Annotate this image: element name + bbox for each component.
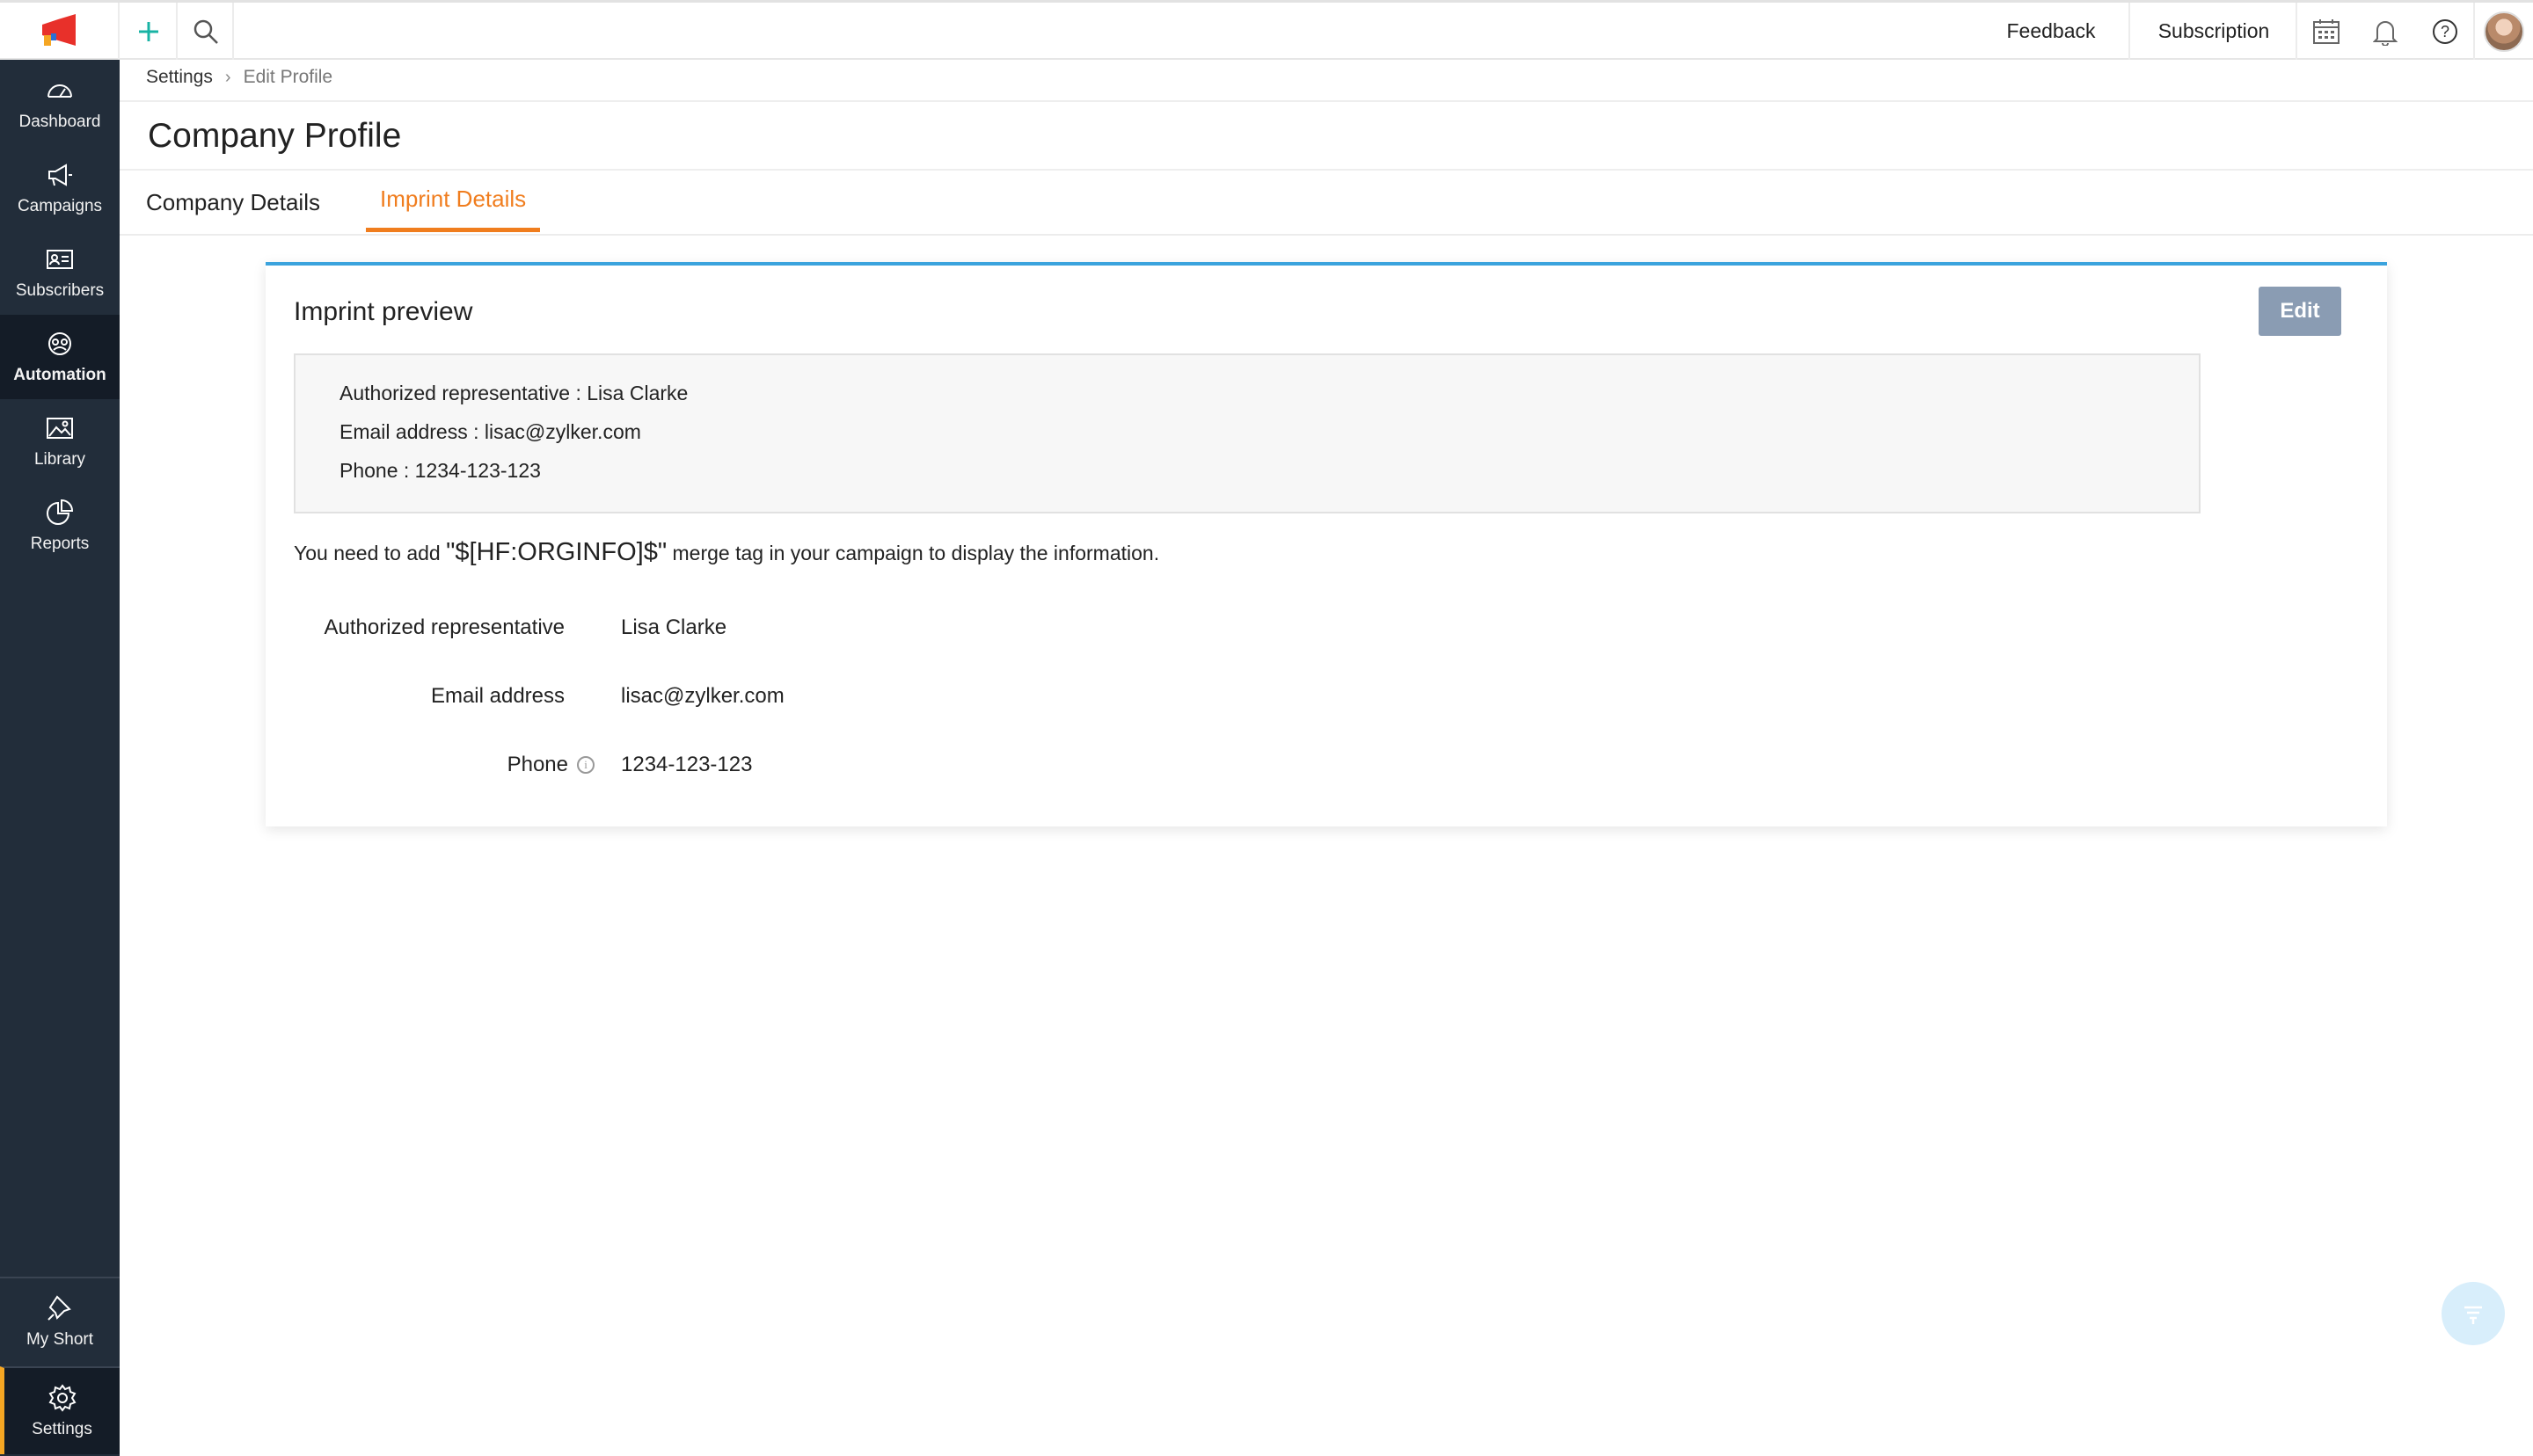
field-row-phone: Phone i 1234-123-123 (266, 753, 1321, 788)
subscription-link[interactable]: Subscription (2128, 3, 2297, 60)
user-avatar-button[interactable] (2473, 3, 2533, 60)
feedback-link[interactable]: Feedback (1974, 3, 2128, 60)
pie-chart-icon (47, 499, 74, 525)
field-row-email: Email address lisac@zylker.com (266, 684, 1321, 719)
field-label-text: Phone (507, 753, 568, 776)
breadcrumb-current: Edit Profile (243, 67, 333, 87)
sidebar-item-dashboard[interactable]: Dashboard (0, 62, 120, 146)
sidebar-item-label: Campaigns (17, 197, 103, 215)
imprint-card: Imprint preview Edit Authorized represen… (266, 262, 2387, 826)
app-logo[interactable] (0, 3, 120, 60)
breadcrumb-settings-link[interactable]: Settings (146, 67, 213, 88)
image-icon (47, 418, 73, 439)
top-bar: Feedback Subscription ? (0, 0, 2533, 60)
help-button[interactable]: ? (2415, 3, 2475, 60)
imprint-preview-box: Authorized representative : Lisa Clarke … (294, 353, 2201, 513)
user-avatar (2484, 11, 2524, 52)
tab-company-details[interactable]: Company Details (146, 171, 320, 234)
sidebar-item-label: My Short (26, 1330, 94, 1349)
tab-bar: Company Details Imprint Details (120, 171, 2533, 234)
card-title: Imprint preview (294, 297, 473, 326)
preview-line-phone: Phone : 1234-123-123 (339, 459, 541, 482)
dashboard-icon (47, 84, 72, 98)
sidebar-item-reports[interactable]: Reports (0, 484, 120, 568)
field-label: Email address (430, 684, 565, 708)
search-icon (193, 19, 218, 44)
merge-tag-note: You need to add "$[HF:ORGINFO]$" merge t… (294, 538, 1159, 567)
sidebar-item-library[interactable]: Library (0, 399, 120, 484)
sidebar-item-campaigns[interactable]: Campaigns (0, 146, 120, 230)
sidebar-item-label: Reports (30, 535, 90, 553)
add-button[interactable] (121, 3, 178, 60)
bell-icon (2373, 20, 2398, 46)
calendar-icon (2313, 18, 2340, 44)
search-button[interactable] (179, 3, 234, 60)
info-icon[interactable]: i (577, 756, 595, 774)
breadcrumb-separator: › (224, 67, 231, 87)
page-title: Company Profile (148, 117, 402, 155)
breadcrumb: Settings › Edit Profile (146, 67, 332, 88)
gear-icon (48, 1384, 76, 1412)
sidebar-item-label: Library (33, 450, 86, 469)
plus-icon (139, 21, 158, 41)
svg-text:?: ? (2441, 23, 2449, 40)
note-prefix: You need to add (294, 542, 447, 564)
merge-tag: "$[HF:ORGINFO]$" (446, 538, 668, 566)
divider (120, 100, 2533, 102)
contact-card-icon (47, 250, 73, 269)
sidebar-item-label: Automation (13, 366, 106, 384)
sidebar-item-automation[interactable]: Automation (0, 315, 120, 399)
preview-line-representative: Authorized representative : Lisa Clarke (339, 382, 689, 404)
sidebar: Dashboard Campaigns Subscribers Automati… (0, 60, 120, 1456)
field-value: lisac@zylker.com (621, 684, 785, 708)
help-icon: ? (2433, 18, 2457, 44)
megaphone-logo-icon (42, 13, 76, 46)
megaphone-icon (48, 164, 72, 186)
field-label: Phone i (507, 753, 595, 777)
sidebar-item-settings[interactable]: Settings (0, 1366, 120, 1454)
sidebar-item-label: Settings (32, 1420, 92, 1438)
sidebar-item-label: Subscribers (15, 281, 105, 300)
field-label: Authorized representative (324, 615, 566, 639)
preview-line-email: Email address : lisac@zylker.com (339, 420, 641, 443)
calendar-button[interactable] (2296, 3, 2355, 60)
chat-icon (2464, 1306, 2482, 1324)
note-suffix: merge tag in your campaign to display th… (667, 542, 1160, 564)
notifications-button[interactable] (2355, 3, 2415, 60)
chat-support-button[interactable] (2442, 1282, 2505, 1345)
pin-icon (47, 1295, 71, 1321)
automation-icon (48, 332, 71, 355)
tab-imprint-details[interactable]: Imprint Details (366, 171, 541, 232)
field-value: 1234-123-123 (621, 753, 753, 776)
sidebar-item-label: Dashboard (18, 113, 101, 131)
sidebar-item-my-short[interactable]: My Short (0, 1277, 120, 1365)
edit-button[interactable]: Edit (2259, 287, 2341, 336)
sidebar-item-subscribers[interactable]: Subscribers (0, 230, 120, 315)
field-value: Lisa Clarke (621, 615, 727, 639)
field-row-representative: Authorized representative Lisa Clarke (266, 615, 1321, 651)
